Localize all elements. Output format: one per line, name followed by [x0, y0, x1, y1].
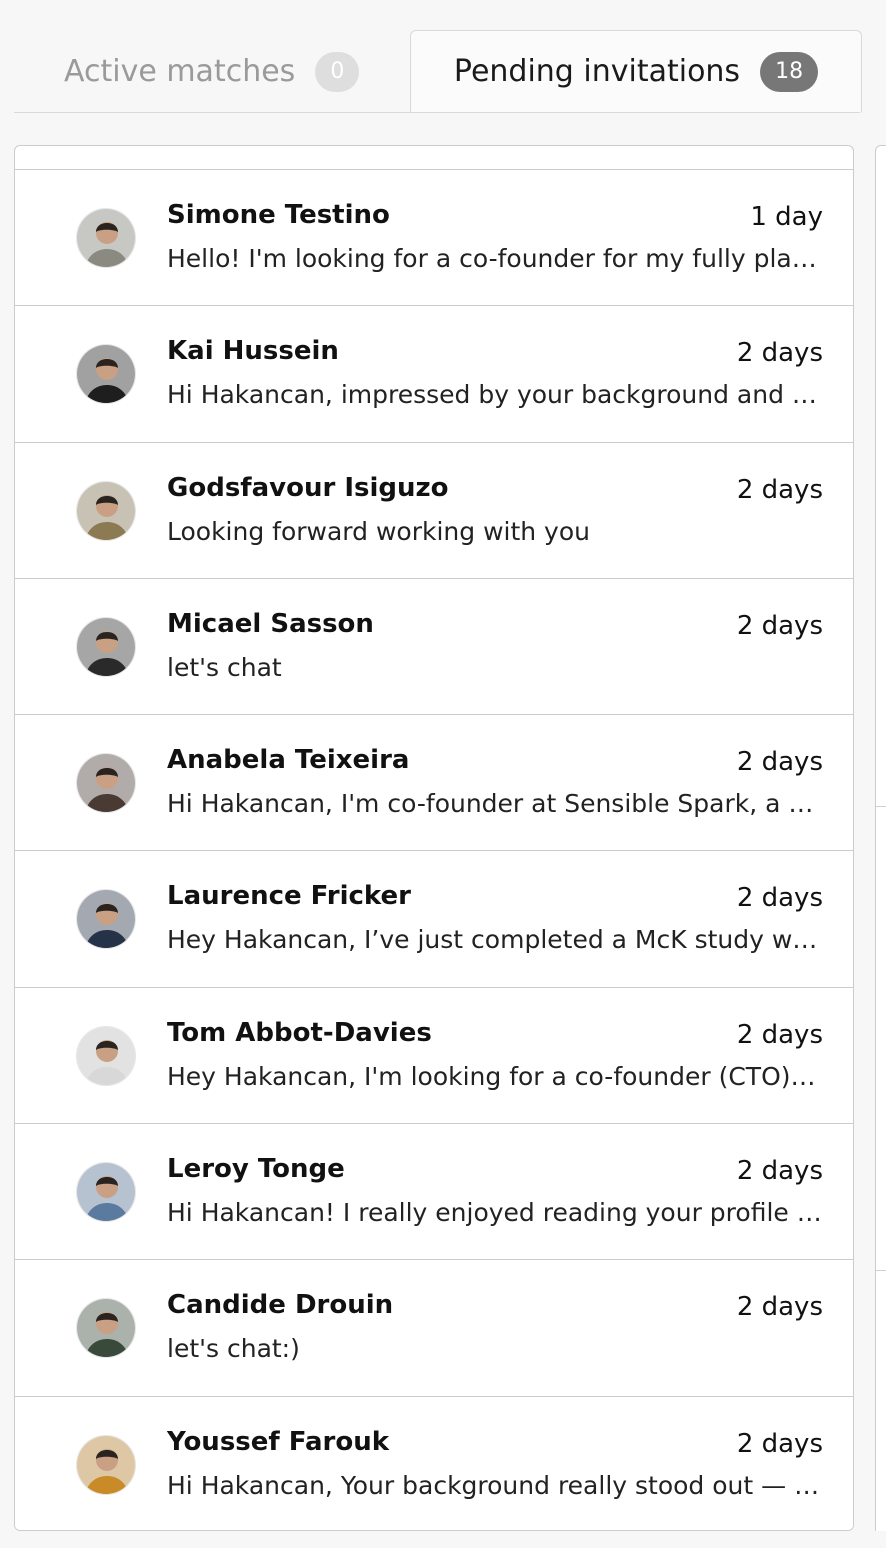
contact-name: Anabela Teixeira: [167, 745, 410, 776]
message-preview: Hello! I'm looking for a co-founder for …: [167, 244, 823, 273]
avatar: [76, 1434, 136, 1495]
list-item[interactable]: Youssef Farouk 2 days Hi Hakancan, Your ba…: [15, 1396, 853, 1530]
contact-name: Godsfavour Isiguzo: [167, 472, 449, 503]
timestamp: 2 days: [736, 338, 823, 369]
avatar: [76, 1162, 136, 1223]
list-item[interactable]: Simone Testino 1 day Hello! I'm looking fo…: [15, 170, 853, 307]
pending-invitations-count-badge: 18: [760, 51, 819, 92]
contact-name: Leroy Tonge: [167, 1154, 345, 1185]
timestamp: 2 days: [736, 1156, 823, 1187]
list-item[interactable]: Godsfavour Isiguzo 2 days Looking forward …: [15, 442, 853, 579]
tab-divider: [14, 112, 860, 113]
avatar: [76, 753, 136, 814]
list-item[interactable]: Tom Abbot-Davies 2 days Hey Hakancan, I'm …: [15, 987, 853, 1125]
avatar: [76, 889, 136, 950]
timestamp: 2 days: [736, 1292, 823, 1323]
contact-name: Tom Abbot-Davies: [167, 1017, 432, 1048]
message-preview: Hi Hakancan, impressed by your backgroun…: [167, 380, 823, 410]
list-item[interactable]: Laurence Fricker 2 days Hey Hakancan, I’ve…: [15, 851, 853, 988]
list-item[interactable]: Micael Sasson 2 days let's chat: [15, 578, 853, 716]
message-preview: Hi Hakancan! I really enjoyed reading yo…: [167, 1198, 823, 1228]
message-preview: Hey Hakancan, I'm looking for a co-found…: [167, 1061, 823, 1091]
list-item[interactable]: Candide Drouin 2 days let's chat:): [15, 1260, 853, 1397]
timestamp: 2 days: [736, 747, 823, 778]
timestamp: 1 day: [750, 202, 823, 232]
list-item[interactable]: Kai Hussein 2 days Hi Hakancan, impressed …: [15, 306, 853, 443]
message-preview: let's chat: [167, 652, 282, 682]
timestamp: 2 days: [736, 883, 823, 914]
list-item[interactable]: Leroy Tonge 2 days Hi Hakancan! I really e…: [15, 1124, 853, 1261]
tab-bar: Active matches 0 Pending invitations 18: [14, 30, 886, 114]
tab-pending-invitations[interactable]: Pending invitations 18: [410, 30, 862, 113]
timestamp: 2 days: [736, 1019, 823, 1050]
message-preview: Hi Hakancan, Your background really stoo…: [167, 1470, 823, 1500]
timestamp: 2 days: [736, 1428, 823, 1459]
message-preview: Hi Hakancan, I'm co-founder at Sensible …: [167, 789, 823, 819]
message-preview: Hey Hakancan, I’ve just completed a McK …: [167, 925, 823, 955]
timestamp: 2 days: [736, 474, 823, 505]
avatar: [76, 1025, 136, 1086]
contact-name: Youssef Farouk: [167, 1426, 390, 1457]
tab-active-matches-label: Active matches: [64, 54, 296, 89]
list-item[interactable]: Anabela Teixeira 2 days Hi Hakancan, I'm c…: [15, 715, 853, 852]
timestamp: 2 days: [736, 610, 823, 641]
contact-name: Candide Drouin: [167, 1290, 394, 1321]
avatar: [76, 208, 136, 268]
message-preview: Looking forward working with you: [167, 516, 590, 546]
invitations-list[interactable]: Simone Testino 1 day Hello! I'm looking fo…: [14, 145, 854, 1531]
contact-name: Simone Testino: [167, 200, 390, 230]
avatar: [76, 616, 136, 677]
contact-name: Laurence Fricker: [167, 881, 411, 912]
tab-pending-invitations-label: Pending invitations: [453, 54, 741, 89]
list-top-strip: [15, 146, 853, 170]
contact-name: Micael Sasson: [167, 608, 374, 639]
conversation-pane-edge: [875, 145, 886, 1531]
tab-active-matches[interactable]: Active matches 0: [64, 30, 360, 113]
avatar: [76, 480, 136, 541]
active-matches-count-badge: 0: [315, 51, 360, 92]
avatar: [76, 344, 136, 405]
message-preview: let's chat:): [167, 1334, 300, 1364]
contact-name: Kai Hussein: [167, 336, 339, 367]
avatar: [76, 1298, 136, 1359]
